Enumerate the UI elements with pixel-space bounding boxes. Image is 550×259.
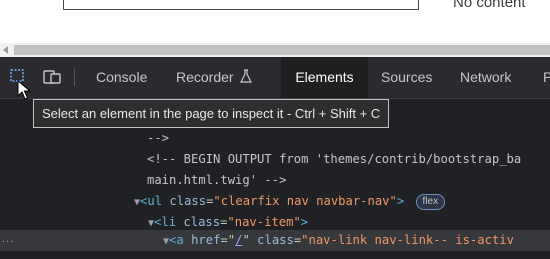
selected-code-row[interactable]: ▼<a href="/" class="nav-link nav-link-- … [0, 230, 550, 251]
page-content-box [63, 0, 419, 10]
flask-icon [240, 58, 253, 99]
tab-network[interactable]: Network [460, 57, 511, 98]
devtools-toolbar: Console Recorder Elements Sources Networ… [0, 57, 550, 99]
tab-more[interactable]: P [543, 57, 550, 98]
scroll-left-arrow-icon[interactable] [3, 46, 8, 54]
scrollbar-thumb[interactable] [14, 45, 550, 55]
no-content-text: No content [453, 0, 526, 11]
tab-console[interactable]: Console [96, 57, 147, 98]
more-dots-icon[interactable]: ... [2, 233, 14, 245]
code-line-ul[interactable]: ▼<ul class="clearfix nav navbar-nav"> fl… [134, 191, 446, 212]
toolbar-separator [74, 68, 75, 86]
code-line-a[interactable]: ▼<a href="/" class="nav-link nav-link-- … [163, 230, 514, 251]
code-line[interactable]: --> [147, 128, 169, 149]
tab-elements[interactable]: Elements [281, 57, 368, 98]
mouse-cursor-icon [17, 79, 33, 100]
page-viewport: No content [0, 0, 550, 43]
inspect-tooltip: Select an element in the page to inspect… [33, 99, 390, 128]
horizontal-scrollbar[interactable] [0, 43, 550, 57]
flex-badge[interactable]: flex [415, 193, 446, 210]
device-toolbar-icon[interactable] [42, 67, 62, 87]
code-line[interactable]: <!-- BEGIN OUTPUT from 'themes/contrib/b… [147, 149, 521, 170]
code-line[interactable]: main.html.twig' --> [147, 170, 286, 191]
devtools-panel: Console Recorder Elements Sources Networ… [0, 57, 550, 259]
tab-sources[interactable]: Sources [381, 57, 432, 98]
tab-recorder[interactable]: Recorder [176, 57, 253, 99]
